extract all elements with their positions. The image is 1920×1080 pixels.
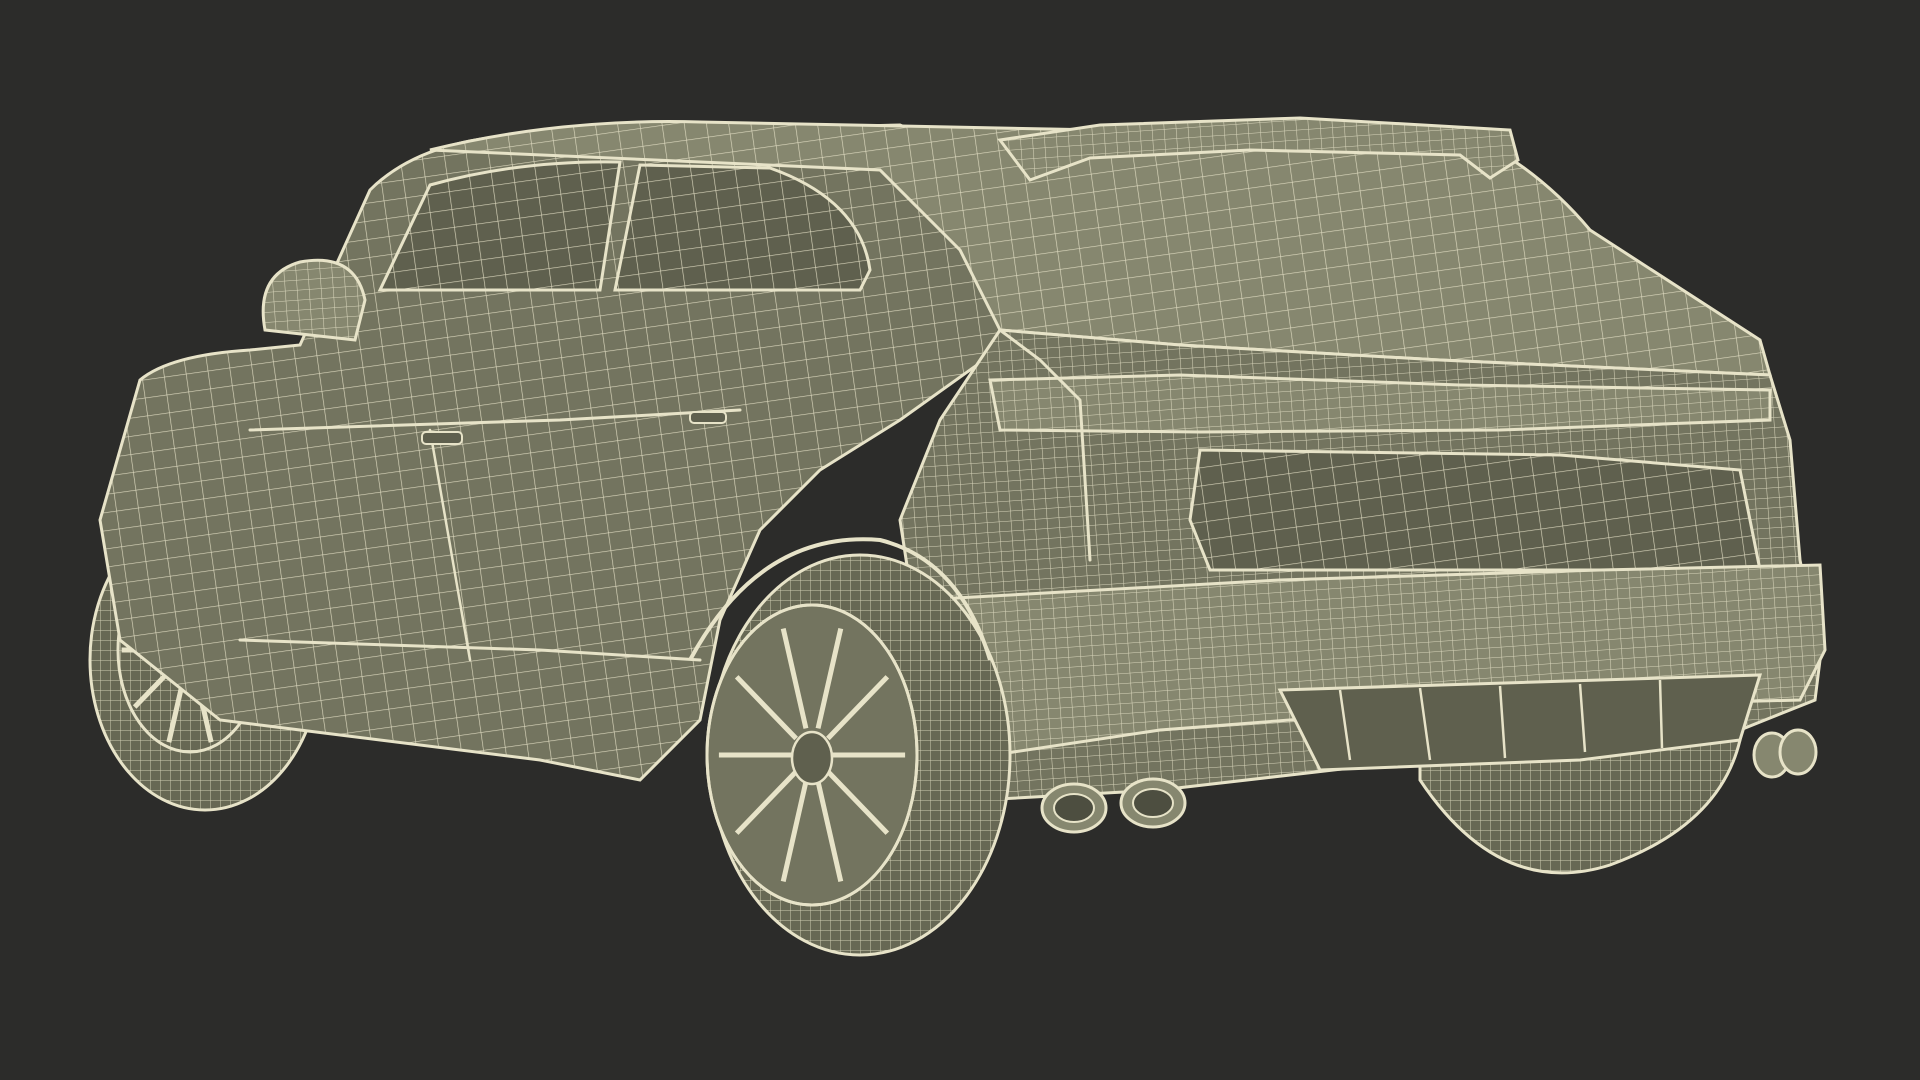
render-viewport [0, 0, 1920, 1080]
license-plate-area [1188, 448, 1762, 572]
exhaust-tips-right [1752, 728, 1818, 779]
side-mirror [261, 258, 367, 342]
wireframe-car-render [0, 0, 1920, 1080]
rear-left-wheel [705, 553, 1012, 957]
